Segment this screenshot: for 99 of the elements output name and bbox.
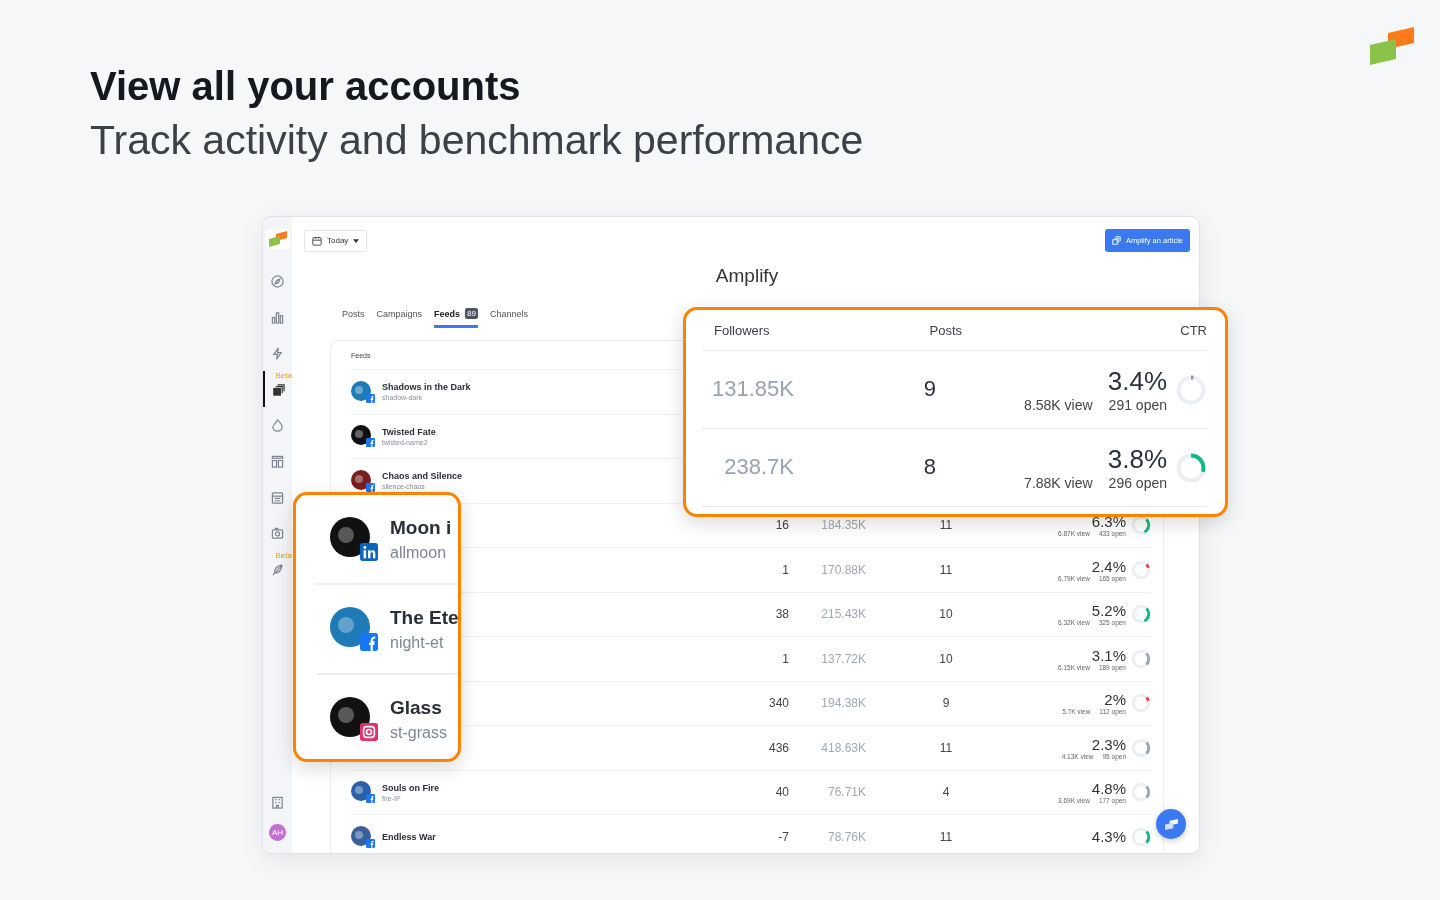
table-cell: 340: [768, 696, 789, 711]
feed-avatar: [330, 517, 370, 557]
ctr-value: 3.4%: [1107, 366, 1167, 397]
followers-count: 76.71K: [827, 785, 866, 800]
column-header: Posts: [928, 322, 962, 338]
followers-count: 137.72K: [821, 651, 866, 666]
caret-icon: [353, 238, 360, 243]
posts-count: 8: [922, 453, 937, 482]
opens-count: 291 open: [1108, 397, 1167, 413]
followers-count: 194.38K: [821, 696, 866, 711]
feed-avatar: [351, 469, 371, 490]
posts-count: 9: [922, 375, 937, 404]
nav-icon: [271, 454, 284, 468]
feed-name[interactable]: Shadows in the Dark: [382, 382, 471, 393]
tab[interactable]: Posts: [342, 308, 365, 328]
calendar-icon: [312, 235, 322, 246]
posts-count: 11: [939, 562, 953, 577]
feed-avatar: [330, 607, 370, 647]
table-cell: 1: [782, 651, 789, 666]
nav-icon: [271, 310, 284, 324]
views-count: 8.58K view: [1024, 397, 1093, 413]
followers-count: 184.35K: [821, 518, 866, 533]
nav-icon: [271, 490, 284, 504]
table-cell: 436: [768, 740, 789, 755]
table-cell: -7: [778, 829, 789, 844]
nav-icon: [271, 418, 284, 432]
progress-ring: [1131, 604, 1151, 625]
nav-icon: [272, 382, 285, 396]
nav-icon: [271, 346, 284, 360]
tab[interactable]: Feeds 89: [434, 308, 478, 328]
ctr-value: 3.1%: [1091, 646, 1126, 664]
nav-icon: [271, 274, 284, 288]
feed-name[interactable]: The Ete: [390, 606, 458, 629]
posts-count: 4: [942, 785, 950, 800]
opens-count: 296 open: [1108, 475, 1167, 491]
feed-avatar: [351, 425, 371, 446]
stack-icon: [1111, 236, 1121, 245]
ctr-value: 5.2%: [1091, 602, 1126, 620]
progress-ring: [1131, 737, 1151, 758]
date-filter-dropdown[interactable]: Today: [304, 229, 368, 252]
ctr-value: 6.3%: [1091, 513, 1126, 531]
table-cell: 16: [775, 518, 789, 533]
progress-ring: [1131, 826, 1151, 847]
feed-name[interactable]: Endless War: [382, 831, 436, 842]
progress-ring: [1131, 693, 1151, 714]
ctr-value: 3.8%: [1107, 444, 1167, 475]
followers-count: 418.63K: [821, 740, 866, 755]
feed-name[interactable]: Chaos and Silence: [382, 471, 463, 482]
nav-icon: [271, 562, 284, 576]
followers-count: 215.43K: [821, 607, 866, 622]
floating-action-button[interactable]: [1156, 809, 1186, 839]
ctr-value: 2%: [1104, 691, 1126, 709]
beta-label: Beta: [275, 551, 292, 560]
beta-label: Beta: [275, 371, 292, 380]
feed-avatar: [351, 825, 371, 846]
followers-count: 131.85K: [711, 375, 794, 404]
followers-count: 170.88K: [821, 562, 866, 577]
followers-count: 238.7K: [723, 453, 794, 482]
tab[interactable]: Channels: [489, 308, 528, 328]
page-subheading: Track activity and benchmark performance: [90, 116, 865, 165]
progress-ring: [1131, 782, 1151, 803]
progress-ring: [1175, 452, 1207, 484]
feed-name[interactable]: Souls on Fire: [382, 782, 439, 793]
page-title: Amplify: [714, 265, 780, 287]
posts-count: 11: [939, 829, 953, 844]
feed-avatar: [330, 697, 370, 737]
posts-count: 9: [942, 696, 950, 711]
feed-handle: st-grass: [390, 723, 447, 742]
posts-count: 10: [939, 607, 953, 622]
ctr-value: 2.4%: [1091, 557, 1126, 575]
followers-count: 78.76K: [827, 829, 866, 844]
column-header: CTR: [1179, 322, 1207, 338]
feed-avatar: [351, 380, 371, 401]
progress-ring: [1175, 374, 1207, 406]
column-header: Followers: [713, 322, 771, 338]
views-count: 7.88K view: [1024, 475, 1093, 491]
feed-avatar: [351, 781, 371, 802]
logo-icon: [1163, 818, 1179, 830]
page-heading: View all your accounts: [90, 63, 522, 110]
ctr-value: 2.3%: [1091, 735, 1126, 753]
tab[interactable]: Campaigns: [376, 308, 423, 328]
table-cell: 1: [782, 562, 789, 577]
ctr-value: 4.8%: [1091, 780, 1126, 798]
posts-count: 11: [939, 740, 953, 755]
table-cell: 38: [775, 607, 789, 622]
posts-count: 11: [939, 518, 953, 533]
table-cell: 40: [775, 785, 789, 800]
nav-icon: [271, 526, 284, 540]
feed-name[interactable]: Twisted Fate: [382, 426, 436, 437]
feed-name[interactable]: Glass: [390, 696, 447, 719]
feed-handle: allmoon: [390, 543, 448, 562]
posts-count: 10: [939, 651, 953, 666]
feed-handle: night-et: [390, 633, 445, 652]
ctr-value: 4.3%: [1091, 828, 1126, 846]
building-icon: [271, 795, 284, 809]
progress-ring: [1131, 559, 1151, 580]
count-badge: 89: [465, 308, 478, 319]
feed-name[interactable]: Moon i: [390, 516, 452, 539]
progress-ring: [1131, 648, 1151, 669]
